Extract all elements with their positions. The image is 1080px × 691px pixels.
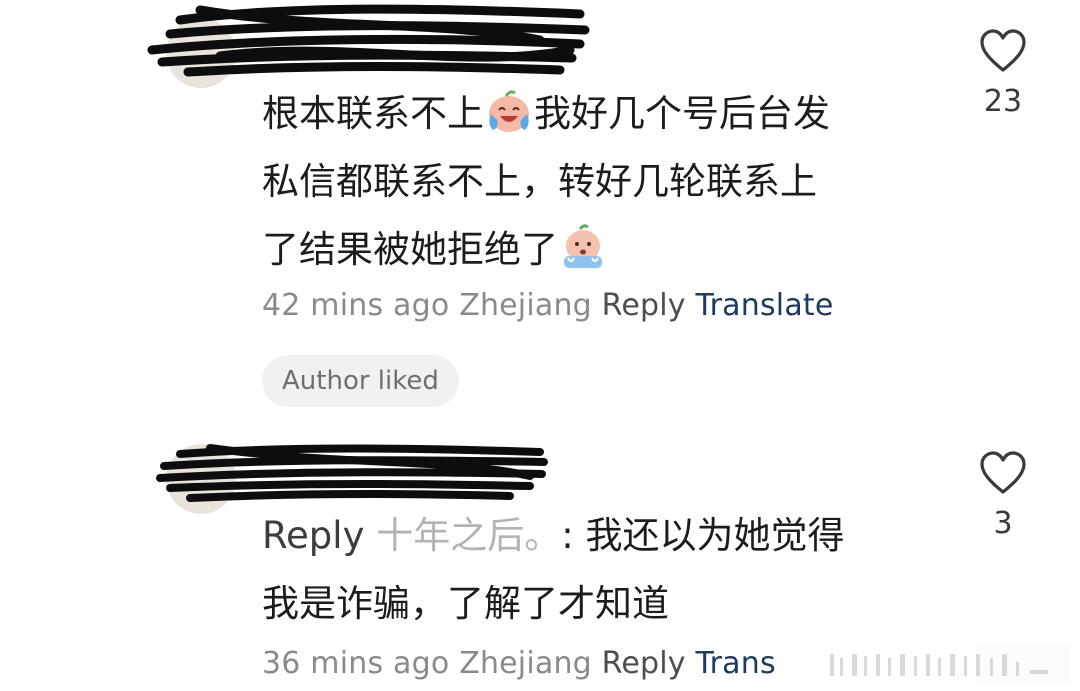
reply-button[interactable]: Reply — [602, 646, 686, 681]
reply-prefix: Reply — [262, 514, 365, 557]
watermark — [800, 644, 1070, 684]
comment-text-segment: 了结果被她拒绝了 — [262, 228, 558, 271]
like-count: 23 — [983, 84, 1023, 119]
translate-link[interactable]: Translate — [696, 288, 834, 323]
author-liked-badge: Author liked — [262, 355, 459, 407]
comment-meta: 42 mins ago Zhejiang Reply Translate — [262, 288, 834, 323]
comment-line-3: 了结果被她拒绝了 — [262, 216, 830, 284]
comment-time: 42 mins ago — [262, 288, 450, 323]
comment-text-segment: : 我还以为她觉得 — [561, 514, 845, 557]
heart-outline-icon[interactable] — [978, 28, 1028, 74]
comment-meta: 36 mins ago Zhejiang Reply Trans — [262, 646, 776, 681]
like-control[interactable]: 3 — [958, 450, 1048, 541]
laughing-crying-emoji-icon — [489, 90, 529, 132]
reply-to-username[interactable]: 十年之后。 — [376, 514, 561, 557]
comment-line-2: 我是诈骗，了解了才知道 — [262, 570, 844, 638]
avatar[interactable] — [166, 18, 236, 88]
like-control[interactable]: 23 — [958, 28, 1048, 119]
heart-outline-icon[interactable] — [978, 450, 1028, 496]
comment-text-segment: 我是诈骗，了解了才知道 — [262, 582, 669, 625]
comment-location: Zhejiang — [459, 288, 592, 323]
comment-text-segment: 我好几个号后台发 — [534, 92, 830, 135]
watermark-graphic — [830, 654, 1048, 676]
comment-time: 36 mins ago — [262, 646, 450, 681]
comment-body: 根本联系不上 我好几个号后台发 私信都联系不上，转好几轮联系上 了结果被她拒绝了 — [262, 80, 830, 284]
sobbing-emoji-icon — [564, 224, 602, 268]
like-count: 3 — [993, 506, 1013, 541]
comment-line-1: Reply 十年之后。: 我还以为她觉得 — [262, 502, 844, 570]
comment-text-segment: 私信都联系不上，转好几轮联系上 — [262, 160, 817, 203]
comment-location: Zhejiang — [459, 646, 592, 681]
translate-link[interactable]: Trans — [696, 646, 776, 681]
comment-1: 根本联系不上 我好几个号后台发 私信都联系不上，转好几轮联系上 了结果被她拒绝了 — [0, 0, 1080, 420]
reply-button[interactable]: Reply — [602, 288, 686, 323]
comment-line-2: 私信都联系不上，转好几轮联系上 — [262, 148, 830, 216]
avatar[interactable] — [166, 444, 236, 514]
comment-line-1: 根本联系不上 我好几个号后台发 — [262, 80, 830, 148]
comment-text-segment: 根本联系不上 — [262, 92, 484, 135]
comment-body: Reply 十年之后。: 我还以为她觉得 我是诈骗，了解了才知道 — [262, 502, 844, 638]
